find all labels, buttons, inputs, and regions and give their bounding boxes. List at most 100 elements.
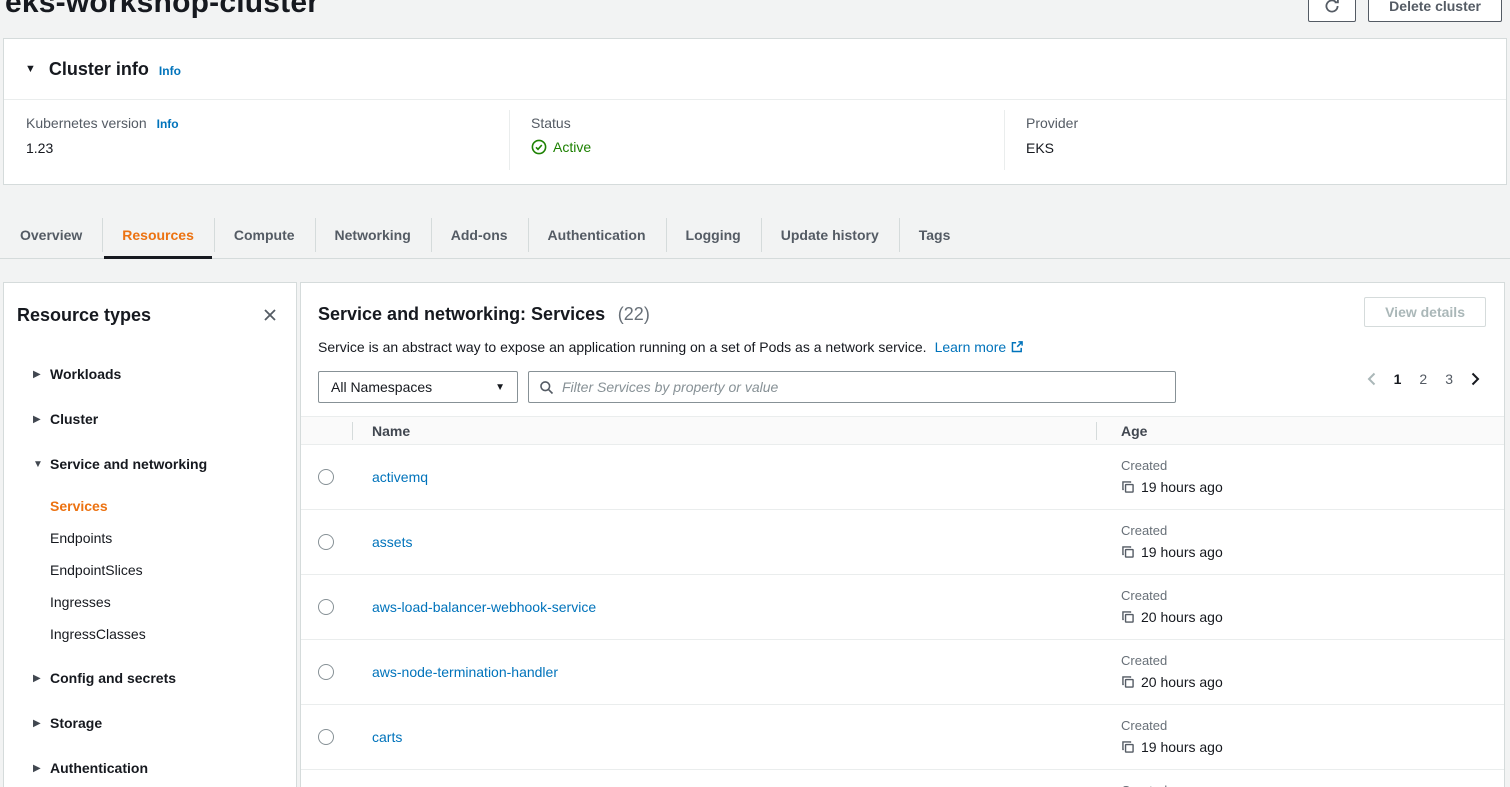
kubernetes-version-info-link[interactable]: Info (157, 117, 179, 131)
age-value: 20 hours ago (1141, 609, 1223, 625)
copy-icon[interactable] (1121, 545, 1135, 559)
tab-overview[interactable]: Overview (0, 211, 102, 258)
age-cell: Created 19 hours ago (1121, 458, 1223, 495)
column-header-age[interactable]: Age (1121, 417, 1147, 445)
tab-logging[interactable]: Logging (666, 211, 761, 258)
close-icon (262, 307, 278, 323)
cluster-info-title: Cluster info (49, 59, 149, 80)
provider-field: Provider EKS (1026, 115, 1078, 156)
row-radio[interactable] (318, 664, 334, 680)
row-radio[interactable] (318, 729, 334, 745)
age-cell: Created 20 hours ago (1121, 588, 1223, 625)
sidebar-group-workloads[interactable]: ▶ Workloads (4, 355, 296, 393)
collapse-caret-icon[interactable]: ▼ (25, 63, 36, 75)
sidebar-group-label: Storage (50, 715, 102, 731)
refresh-button[interactable] (1308, 0, 1356, 22)
namespace-select-value: All Namespaces (331, 379, 432, 395)
services-count: (22) (618, 304, 650, 324)
next-page-button[interactable] (1462, 366, 1488, 392)
header-actions: Delete cluster (1308, 0, 1502, 22)
page-number-3[interactable]: 3 (1436, 367, 1462, 391)
eks-console-screen: eks-workshop-cluster Delete cluster ▼ Cl… (0, 0, 1510, 787)
sidebar-group-label: Config and secrets (50, 670, 176, 686)
sidebar-group-storage[interactable]: ▶ Storage (4, 704, 296, 742)
learn-more-link[interactable]: Learn more (935, 339, 1007, 355)
sidebar-item-services[interactable]: Services (50, 490, 296, 522)
service-link-carts[interactable]: carts (372, 729, 402, 745)
service-link-aws-load-balancer-webhook-service[interactable]: aws-load-balancer-webhook-service (372, 599, 596, 615)
table-row: carts Created 19 hours ago (301, 705, 1504, 770)
cluster-tabs: Overview Resources Compute Networking Ad… (0, 211, 1510, 259)
tab-compute[interactable]: Compute (214, 211, 315, 258)
row-radio[interactable] (318, 469, 334, 485)
search-icon (539, 380, 554, 395)
check-circle-icon (531, 139, 547, 155)
delete-cluster-button[interactable]: Delete cluster (1368, 0, 1502, 22)
previous-page-button[interactable] (1359, 366, 1385, 392)
page-number-1[interactable]: 1 (1385, 367, 1411, 391)
expand-caret-icon: ▶ (33, 369, 50, 380)
tab-tags[interactable]: Tags (899, 211, 971, 258)
service-link-aws-node-termination-handler[interactable]: aws-node-termination-handler (372, 664, 558, 680)
sidebar-group-label: Authentication (50, 760, 148, 776)
sidebar-item-ingresses[interactable]: Ingresses (50, 586, 296, 618)
services-table: Name Age activemq Created 19 hours ago a… (301, 416, 1504, 787)
services-filter-box (528, 371, 1176, 403)
tab-authentication[interactable]: Authentication (528, 211, 666, 258)
row-radio[interactable] (318, 534, 334, 550)
tab-add-ons[interactable]: Add-ons (431, 211, 528, 258)
service-link-assets[interactable]: assets (372, 534, 412, 550)
sidebar-item-endpoints[interactable]: Endpoints (50, 522, 296, 554)
age-cell: Created 19 hours ago (1121, 718, 1223, 755)
table-row: aws-node-termination-handler Created 20 … (301, 640, 1504, 705)
resource-types-title: Resource types (17, 305, 151, 326)
sidebar-group-authentication[interactable]: ▶ Authentication (4, 749, 296, 787)
age-value: 19 hours ago (1141, 544, 1223, 560)
age-value: 19 hours ago (1141, 739, 1223, 755)
expand-caret-icon: ▶ (33, 673, 50, 684)
kubernetes-version-label: Kubernetes version (26, 115, 147, 131)
copy-icon[interactable] (1121, 480, 1135, 494)
row-radio[interactable] (318, 599, 334, 615)
resource-types-panel: Resource types ▶ Workloads ▶ Cluster ▼ S… (3, 282, 297, 787)
copy-icon[interactable] (1121, 675, 1135, 689)
provider-label: Provider (1026, 115, 1078, 131)
copy-icon[interactable] (1121, 740, 1135, 754)
age-cell: Created 19 hours ago (1121, 523, 1223, 560)
sidebar-group-service-and-networking[interactable]: ▼ Service and networking (4, 445, 296, 483)
cluster-info-header[interactable]: ▼ Cluster info Info (4, 39, 1506, 100)
created-label: Created (1121, 783, 1167, 787)
header-divider (1096, 422, 1097, 440)
column-header-name[interactable]: Name (372, 417, 410, 445)
close-panel-button[interactable] (258, 303, 282, 327)
dropdown-caret-icon: ▼ (495, 382, 505, 393)
expand-caret-icon: ▶ (33, 718, 50, 729)
status-field: Status Active (531, 115, 591, 155)
expand-caret-icon: ▶ (33, 763, 50, 774)
cluster-info-body: Kubernetes version Info 1.23 Status Acti… (4, 100, 1506, 184)
tab-networking[interactable]: Networking (315, 211, 431, 258)
cluster-info-info-link[interactable]: Info (159, 64, 181, 78)
namespace-select[interactable]: All Namespaces ▼ (318, 371, 518, 403)
expand-caret-icon: ▶ (33, 414, 50, 425)
services-description: Service is an abstract way to expose an … (318, 339, 927, 355)
tab-update-history[interactable]: Update history (761, 211, 899, 258)
resource-types-list: ▶ Workloads ▶ Cluster ▼ Service and netw… (4, 355, 296, 787)
service-networking-children: Services Endpoints EndpointSlices Ingres… (4, 490, 296, 650)
table-row: aws-load-balancer-webhook-service Create… (301, 575, 1504, 640)
tab-resources[interactable]: Resources (102, 211, 214, 258)
services-filter-input[interactable] (562, 379, 1165, 395)
page-number-2[interactable]: 2 (1410, 367, 1436, 391)
sidebar-group-label: Cluster (50, 411, 98, 427)
sidebar-item-ingressclasses[interactable]: IngressClasses (50, 618, 296, 650)
status-value: Active (553, 139, 591, 155)
sidebar-group-config-and-secrets[interactable]: ▶ Config and secrets (4, 659, 296, 697)
sidebar-group-label: Workloads (50, 366, 121, 382)
view-details-button[interactable]: View details (1364, 297, 1486, 327)
created-label: Created (1121, 653, 1223, 668)
sidebar-item-endpointslices[interactable]: EndpointSlices (50, 554, 296, 586)
copy-icon[interactable] (1121, 610, 1135, 624)
service-link-activemq[interactable]: activemq (372, 469, 428, 485)
sidebar-group-cluster[interactable]: ▶ Cluster (4, 400, 296, 438)
status-badge: Active (531, 139, 591, 155)
